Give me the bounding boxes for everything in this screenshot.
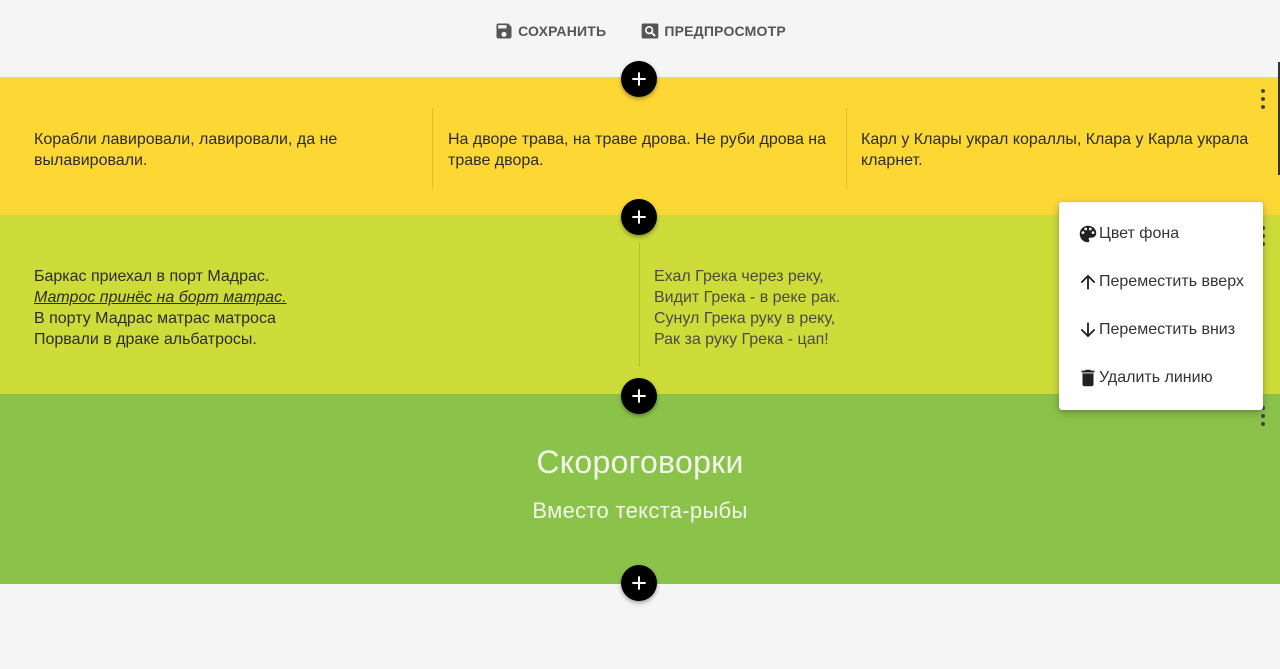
row1-column-1-text[interactable]: Корабли лавировали, лавировали, да не вы… (34, 129, 414, 171)
add-row-button[interactable] (621, 378, 657, 414)
floppy-disk-icon (496, 23, 512, 38)
menu-item-move-down[interactable]: Переместить вниз (1059, 306, 1263, 354)
text-line: Ехал Грека через реку, (654, 268, 824, 285)
text-line: Порвали в драке альбатросы. (34, 331, 257, 348)
text-line: Баркас приехал в порт Мадрас. (34, 268, 270, 285)
row1-column-3-text[interactable]: Карл у Клары украл кораллы, Клара у Карл… (861, 129, 1251, 171)
plus-icon (632, 389, 646, 403)
row1-more-vert-icon[interactable] (1258, 89, 1268, 109)
row2-column-2-text[interactable]: Ехал Грека через реку, Видит Грека - в р… (654, 266, 1054, 350)
content-row-3[interactable]: Скороговорки Вместо текста-рыбы (0, 394, 1280, 584)
add-row-button[interactable] (621, 61, 657, 97)
row1-column-2-text[interactable]: На дворе трава, на траве дрова. Не руби … (448, 129, 833, 171)
menu-item-label: Переместить вверх (1099, 273, 1244, 290)
text-line: Видит Грека - в реке рак. (654, 289, 841, 306)
text-link-line[interactable]: Матрос принёс на борт матрас. (34, 287, 614, 308)
plus-icon (632, 72, 646, 86)
plus-icon (632, 576, 646, 590)
add-row-button[interactable] (621, 199, 657, 235)
text-line: В порту Мадрас матрас матроса (34, 310, 276, 327)
palette-icon (1079, 225, 1097, 243)
menu-item-background-color[interactable]: Цвет фона (1059, 210, 1263, 258)
plus-icon (632, 210, 646, 224)
menu-item-move-up[interactable]: Переместить вверх (1059, 258, 1263, 306)
text-line: Рак за руку Грека - цап! (654, 331, 829, 348)
menu-item-label: Цвет фона (1099, 225, 1180, 242)
column-divider (639, 242, 640, 367)
column-divider (432, 108, 433, 189)
menu-item-label: Удалить линию (1099, 369, 1213, 386)
preview-button[interactable]: ПРЕДПРОСМОТР (640, 21, 786, 41)
row3-subtitle[interactable]: Вместо текста-рыбы (0, 498, 1280, 524)
row3-title[interactable]: Скороговорки (0, 444, 1280, 481)
arrow-down-icon (1080, 322, 1096, 338)
add-row-button[interactable] (621, 565, 657, 601)
menu-item-delete-row[interactable]: Удалить линию (1059, 354, 1263, 402)
arrow-up-icon (1080, 274, 1096, 290)
preview-search-icon (641, 23, 659, 38)
trash-icon (1081, 369, 1095, 387)
preview-label: ПРЕДПРОСМОТР (664, 22, 786, 39)
save-label: СОХРАНИТЬ (518, 22, 607, 39)
content-row-1[interactable]: Корабли лавировали, лавировали, да не вы… (0, 77, 1280, 215)
text-line: Сунул Грека руку в реку, (654, 310, 836, 327)
row2-column-1-text[interactable]: Баркас приехал в порт Мадрас. Матрос при… (34, 266, 614, 350)
row-context-menu: Цвет фона Переместить вверх Переместить … (1059, 202, 1263, 410)
column-divider (846, 108, 847, 189)
save-button[interactable]: СОХРАНИТЬ (494, 21, 606, 41)
menu-item-label: Переместить вниз (1099, 321, 1236, 338)
